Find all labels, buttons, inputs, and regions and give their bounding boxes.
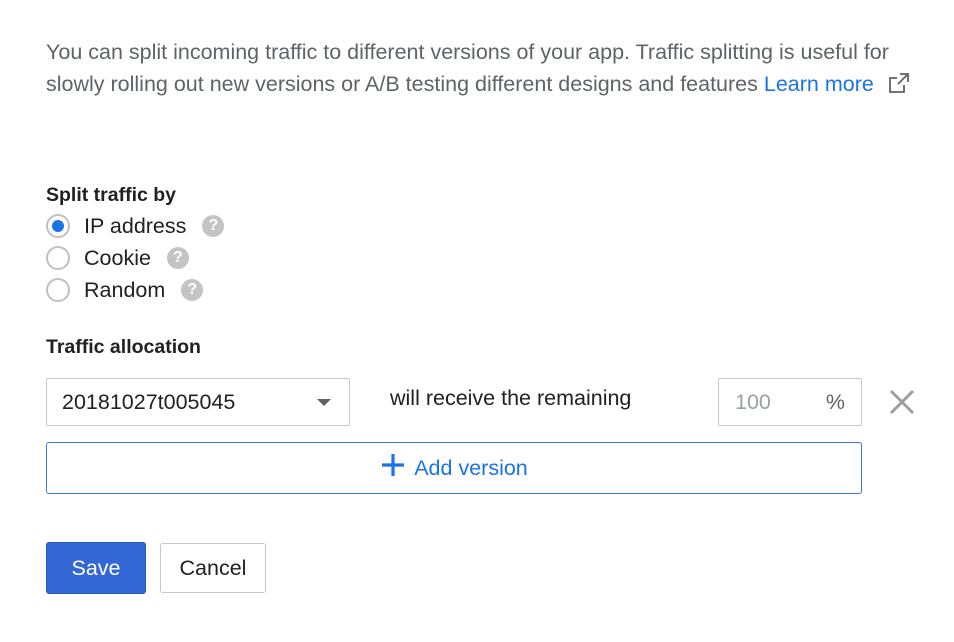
- add-version-label: Add version: [414, 455, 528, 480]
- radio-cookie[interactable]: Cookie ?: [46, 243, 189, 273]
- percent-input-value: 100: [735, 390, 771, 414]
- help-icon[interactable]: ?: [181, 279, 204, 301]
- save-button[interactable]: Save: [46, 542, 146, 594]
- percent-sign: %: [825, 390, 845, 414]
- radio-label-cookie: Cookie: [84, 245, 151, 270]
- traffic-allocation-title: Traffic allocation: [46, 336, 201, 358]
- percent-input[interactable]: 100 %: [718, 378, 862, 426]
- split-traffic-title: Split traffic by: [46, 184, 177, 206]
- version-select-value: 20181027t005045: [62, 390, 236, 414]
- radio-button[interactable]: [46, 246, 70, 270]
- close-icon[interactable]: [886, 386, 918, 418]
- radio-ip-address[interactable]: IP address ?: [46, 211, 225, 241]
- chevron-down-icon: [317, 399, 331, 406]
- plus-icon: [380, 452, 406, 484]
- remaining-label: will receive the remaining: [390, 386, 632, 410]
- help-icon[interactable]: ?: [166, 247, 189, 269]
- intro-description: You can split incoming traffic to differ…: [46, 36, 926, 103]
- help-icon[interactable]: ?: [202, 215, 225, 237]
- intro-text: You can split incoming traffic to differ…: [46, 40, 889, 96]
- external-link-icon[interactable]: [888, 71, 910, 103]
- radio-button[interactable]: [46, 278, 70, 302]
- radio-label-ip-address: IP address: [84, 213, 187, 238]
- learn-more-link[interactable]: Learn more: [764, 72, 874, 96]
- cancel-button[interactable]: Cancel: [160, 543, 266, 593]
- radio-random[interactable]: Random ?: [46, 275, 204, 305]
- radio-label-random: Random: [84, 277, 166, 302]
- add-version-button[interactable]: Add version: [46, 442, 862, 494]
- version-select[interactable]: 20181027t005045: [46, 378, 350, 426]
- radio-button-selected[interactable]: [46, 214, 70, 238]
